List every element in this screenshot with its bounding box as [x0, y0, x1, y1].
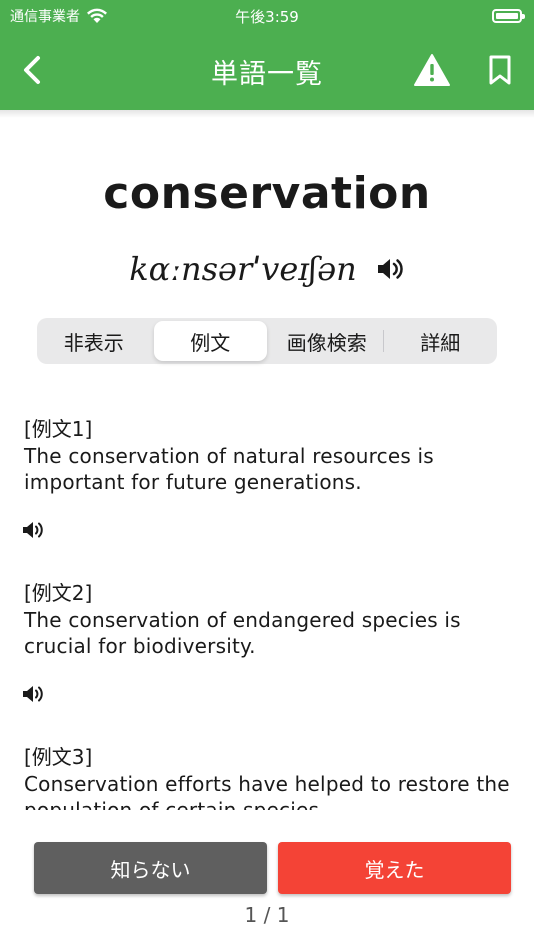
example-list[interactable]: [例文1] The conservation of natural resour… — [0, 410, 534, 810]
tab-details[interactable]: 詳細 — [384, 318, 498, 364]
tab-hide-label: 非表示 — [63, 330, 124, 355]
tab-example-label: 例文 — [190, 330, 231, 355]
pronunciation-row: kɑːnsərˈveɪʃən — [0, 250, 534, 288]
header-shadow — [0, 110, 534, 118]
status-time: 午後3:59 — [235, 8, 299, 26]
word-term: conservation — [103, 168, 431, 219]
example-text-line: The conservation of natural resources is — [24, 444, 434, 468]
example-label: [例文1] — [24, 417, 93, 441]
warning-icon[interactable] — [412, 52, 452, 88]
tab-details-label: 詳細 — [420, 330, 461, 355]
example-item: [例文2] The conservation of endangered spe… — [24, 579, 514, 659]
speaker-icon[interactable] — [20, 517, 46, 543]
pronunciation-text: kɑːnsərˈveɪʃən — [129, 250, 357, 288]
example-text-line: crucial for biodiversity. — [24, 634, 256, 658]
speaker-icon[interactable] — [20, 681, 46, 707]
page-title: 単語一覧 — [211, 59, 323, 90]
tab-example[interactable]: 例文 — [153, 321, 267, 361]
tab-image-search[interactable]: 画像検索 — [270, 318, 384, 364]
app-header: 通信事業者 午後3:59 単語一覧 — [0, 0, 534, 110]
tab-image-search-label: 画像検索 — [286, 330, 367, 355]
battery-icon — [492, 9, 525, 23]
example-label: [例文3] — [24, 745, 93, 769]
example-item: [例文3] Conservation efforts have helped t… — [24, 743, 514, 810]
tab-hide[interactable]: 非表示 — [37, 318, 151, 364]
example-text-line: The conservation of endangered species i… — [24, 608, 461, 632]
example-text-line: population of certain species. — [24, 798, 326, 810]
dont-know-button[interactable]: 知らない — [34, 842, 267, 894]
example-label: [例文2] — [24, 581, 93, 605]
memorized-button[interactable]: 覚えた — [278, 842, 511, 894]
view-mode-tabs: 非表示 例文 画像検索 詳細 — [37, 318, 497, 364]
example-text-line: important for future generations. — [24, 470, 362, 494]
page-counter: 1 / 1 — [244, 903, 290, 927]
speaker-icon[interactable] — [375, 254, 405, 284]
example-item: [例文1] The conservation of natural resour… — [24, 415, 514, 495]
bookmark-icon[interactable] — [482, 52, 518, 88]
example-text-line: Conservation efforts have helped to rest… — [24, 772, 510, 796]
